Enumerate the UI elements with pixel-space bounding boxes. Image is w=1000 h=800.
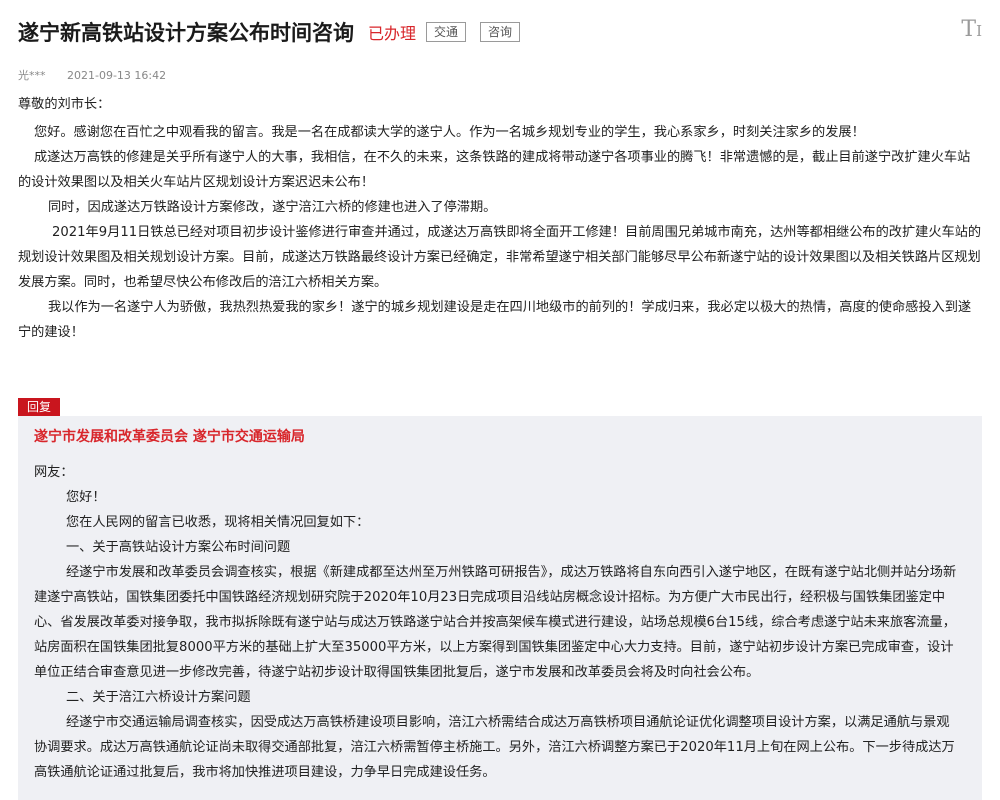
reply-badge: 回复 xyxy=(18,398,61,416)
page-title: 遂宁新高铁站设计方案公布时间咨询 xyxy=(18,21,354,45)
reply-body: 网友： 您好！ 您在人民网的留言已收悉，现将相关情况回复如下： 一、关于高铁站设… xyxy=(34,460,958,785)
status-badge: 已办理 xyxy=(368,24,417,43)
message-body: 尊敬的刘市长： 您好。感谢您在百忙之中观看我的留言。我是一名在成都读大学的遂宁人… xyxy=(18,92,982,345)
message-paragraph: 2021年9月11日铁总已经对项目初步设计鉴修进行审查并通过，成遂达万高铁即将全… xyxy=(18,225,982,290)
post-meta: 光*** 2021-09-13 16:42 xyxy=(18,67,166,83)
reply-paragraph: 一、关于高铁站设计方案公布时间问题 xyxy=(66,540,291,555)
font-size-icon[interactable]: TI xyxy=(961,16,982,45)
reply-organization: 遂宁市发展和改革委员会 遂宁市交通运输局 xyxy=(34,429,305,445)
salutation: 尊敬的刘市长： xyxy=(18,97,111,112)
reply-paragraph: 经遂宁市交通运输局调查核实，因受成达万高铁桥建设项目影响，涪江六桥需结合成达万高… xyxy=(34,715,955,780)
reply-paragraph: 经遂宁市发展和改革委员会调查核实，根据《新建成都至达州至万州铁路可研报告》，成达… xyxy=(34,565,957,680)
reply-addressee: 网友： xyxy=(34,465,74,480)
message-paragraph: 成遂达万高铁的修建是关乎所有遂宁人的大事，我相信，在不久的未来，这条铁路的建成将… xyxy=(18,150,971,190)
title-row: 遂宁新高铁站设计方案公布时间咨询 已办理 交通 咨询 TI xyxy=(18,14,982,50)
post-time: 2021-09-13 16:42 xyxy=(67,69,167,82)
reply-paragraph: 您在人民网的留言已收悉，现将相关情况回复如下： xyxy=(66,515,370,530)
author-name: 光*** xyxy=(18,69,46,82)
reply-paragraph: 二、关于涪江六桥设计方案问题 xyxy=(66,690,251,705)
tag-traffic[interactable]: 交通 xyxy=(426,22,467,42)
tag-consult[interactable]: 咨询 xyxy=(480,22,521,42)
message-paragraph: 您好。感谢您在百忙之中观看我的留言。我是一名在成都读大学的遂宁人。作为一名城乡规… xyxy=(34,125,865,140)
message-page: 遂宁新高铁站设计方案公布时间咨询 已办理 交通 咨询 TI 光*** 2021-… xyxy=(0,0,1000,800)
reply-paragraph: 您好！ xyxy=(66,490,106,505)
message-paragraph: 同时，因成遂达万铁路设计方案修改，遂宁涪江六桥的修建也进入了停滞期。 xyxy=(48,200,497,215)
message-paragraph: 我以作为一名遂宁人为骄傲，我热烈热爱我的家乡！遂宁的城乡规划建设是走在四川地级市… xyxy=(18,300,972,340)
reply-section: 遂宁市发展和改革委员会 遂宁市交通运输局 网友： 您好！ 您在人民网的留言已收悉… xyxy=(18,416,982,800)
